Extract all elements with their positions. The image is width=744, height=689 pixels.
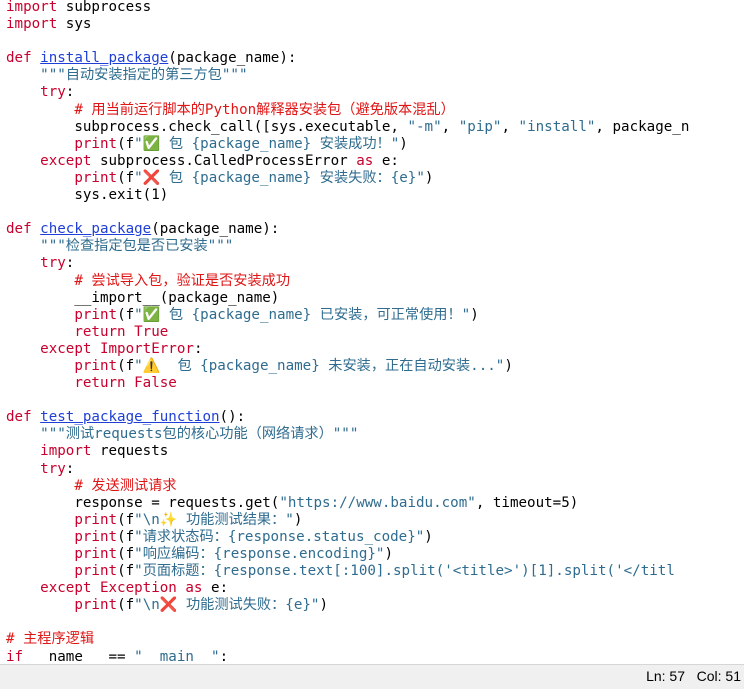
code-line[interactable]: """测试requests包的核心功能（网络请求）""" — [6, 426, 689, 443]
code-line[interactable]: return False — [6, 375, 689, 392]
code-line[interactable] — [6, 33, 689, 50]
code-line[interactable]: # 发送测试请求 — [6, 478, 689, 495]
code-line[interactable]: print(f"❌ 包 {package_name} 安装失败：{e}") — [6, 170, 689, 187]
code-line[interactable] — [6, 614, 689, 631]
code-line[interactable]: import requests — [6, 443, 689, 460]
code-line[interactable]: # 用当前运行脚本的Python解释器安装包（避免版本混乱） — [6, 102, 689, 119]
code-line[interactable]: print(f"响应编码：{response.encoding}") — [6, 546, 689, 563]
code-line[interactable]: except subprocess.CalledProcessError as … — [6, 153, 689, 170]
code-line[interactable]: print(f"⚠️ 包 {package_name} 未安装，正在自动安装..… — [6, 358, 689, 375]
code-line[interactable]: print(f"\n✨ 功能测试结果：") — [6, 512, 689, 529]
code-line[interactable]: print(f"请求状态码：{response.status_code}") — [6, 529, 689, 546]
code-line[interactable]: sys.exit(1) — [6, 187, 689, 204]
code-line[interactable]: except ImportError: — [6, 341, 689, 358]
code-line[interactable]: try: — [6, 461, 689, 478]
cursor-line-indicator: Ln: 57 — [646, 668, 685, 684]
code-editor[interactable]: import subprocess import sys def install_p… — [0, 0, 744, 664]
code-line[interactable]: """检查指定包是否已安装""" — [6, 238, 689, 255]
code-line[interactable]: import sys — [6, 16, 689, 33]
code-line[interactable] — [6, 204, 689, 221]
code-line[interactable]: """自动安装指定的第三方包""" — [6, 67, 689, 84]
code-line[interactable]: import subprocess — [6, 0, 689, 16]
code-line[interactable]: if __name__ == "__main__": — [6, 649, 689, 664]
code-line[interactable] — [6, 392, 689, 409]
cursor-column-indicator: Col: 51 — [696, 668, 741, 684]
code-line[interactable]: print(f"\n❌ 功能测试失败：{e}") — [6, 597, 689, 614]
code-line[interactable]: # 尝试导入包，验证是否安装成功 — [6, 273, 689, 290]
code-line[interactable]: subprocess.check_call([sys.executable, "… — [6, 119, 689, 136]
code-line[interactable]: except Exception as e: — [6, 580, 689, 597]
code-line[interactable]: try: — [6, 84, 689, 101]
code-line[interactable]: print(f"✅ 包 {package_name} 已安装，可正常使用！") — [6, 307, 689, 324]
code-line[interactable]: def install_package(package_name): — [6, 50, 689, 67]
code-line[interactable]: try: — [6, 255, 689, 272]
code-line[interactable]: print(f"页面标题：{response.text[:100].split(… — [6, 563, 689, 580]
code-line[interactable]: return True — [6, 324, 689, 341]
status-bar: Ln: 57 Col: 51 — [0, 664, 744, 689]
code-line[interactable]: def check_package(package_name): — [6, 221, 689, 238]
code-line[interactable]: response = requests.get("https://www.bai… — [6, 495, 689, 512]
code-line[interactable]: __import__(package_name) — [6, 290, 689, 307]
code-line[interactable]: print(f"✅ 包 {package_name} 安装成功！") — [6, 136, 689, 153]
code-line[interactable]: # 主程序逻辑 — [6, 631, 689, 648]
code-area[interactable]: import subprocess import sys def install_p… — [6, 0, 689, 664]
code-line[interactable]: def test_package_function(): — [6, 409, 689, 426]
